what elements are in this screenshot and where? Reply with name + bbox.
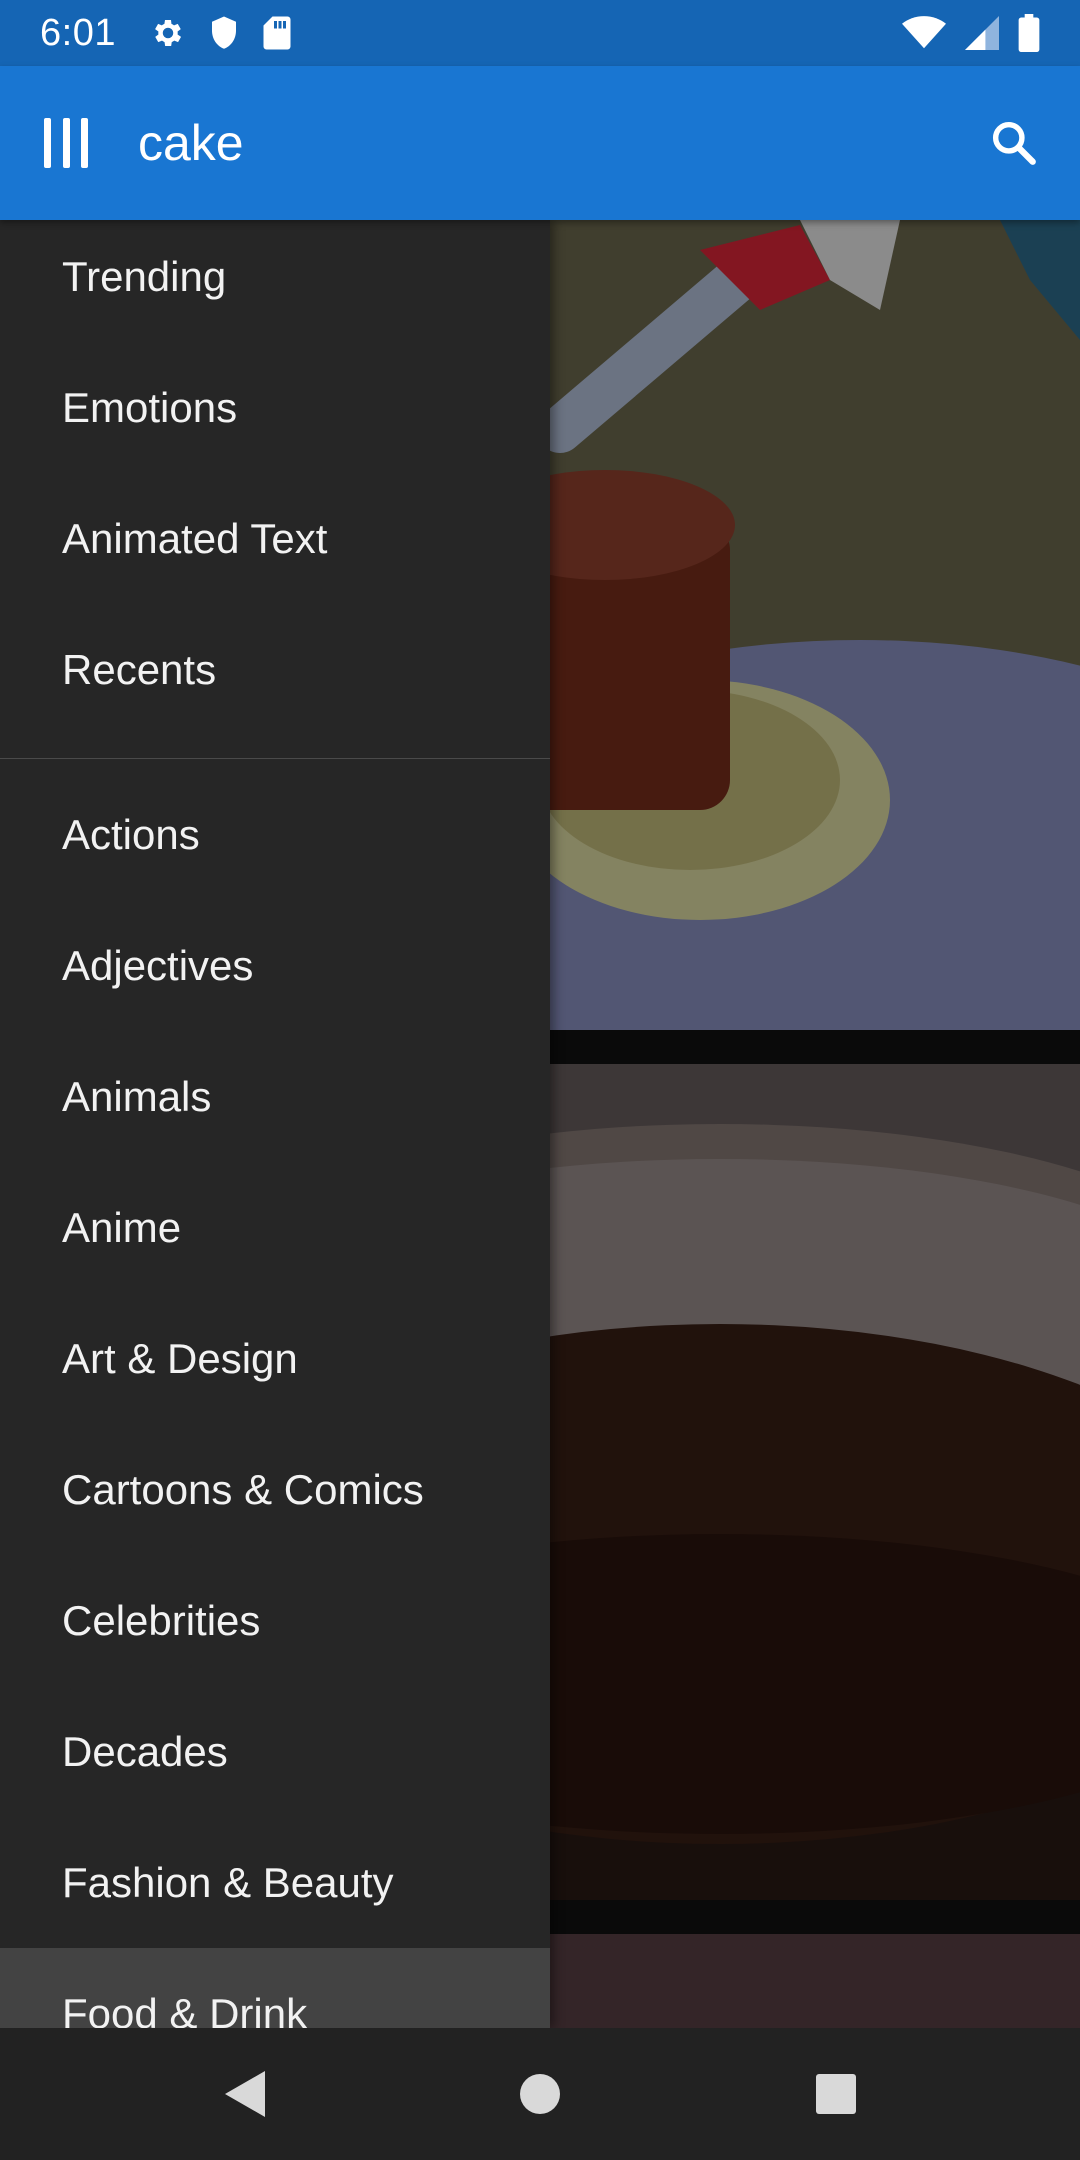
gear-icon (150, 15, 186, 51)
drawer-item-celebrities[interactable]: Celebrities (0, 1555, 550, 1686)
app-bar: cake (0, 66, 1080, 220)
drawer-item-label: Celebrities (62, 1596, 261, 1644)
drawer-item-label: Trending (62, 252, 227, 300)
drawer-item-label: Cartoons & Comics (62, 1465, 424, 1513)
drawer-item-food-drink[interactable]: Food & Drink (0, 1948, 550, 2028)
navigation-drawer: Trending Emotions Animated Text Recents … (0, 220, 550, 2028)
drawer-item-label: Fashion & Beauty (62, 1858, 394, 1906)
drawer-item-label: Animated Text (62, 514, 328, 562)
drawer-item-trending[interactable]: Trending (0, 220, 550, 342)
drawer-item-animals[interactable]: Animals (0, 1031, 550, 1162)
status-left-icons (150, 15, 292, 51)
drawer-item-decades[interactable]: Decades (0, 1686, 550, 1817)
search-icon[interactable] (984, 113, 1044, 173)
menu-icon[interactable] (44, 115, 88, 171)
home-circle-icon[interactable] (480, 2044, 600, 2144)
search-query[interactable]: cake (138, 114, 244, 172)
shield-icon (208, 15, 240, 51)
drawer-item-label: Art & Design (62, 1334, 298, 1382)
status-time: 6:01 (40, 11, 116, 54)
drawer-item-actions[interactable]: Actions (0, 769, 550, 900)
drawer-item-label: Food & Drink (62, 1989, 308, 2029)
drawer-item-anime[interactable]: Anime (0, 1162, 550, 1293)
drawer-item-fashion-beauty[interactable]: Fashion & Beauty (0, 1817, 550, 1948)
drawer-item-label: Adjectives (62, 941, 254, 989)
screen: 6:01 cake Trending Emotions Animated Tex… (0, 0, 1080, 2160)
drawer-item-label: Recents (62, 645, 217, 693)
drawer-item-art-design[interactable]: Art & Design (0, 1293, 550, 1424)
drawer-item-emotions[interactable]: Emotions (0, 342, 550, 473)
drawer-item-label: Emotions (62, 383, 238, 431)
battery-icon (1018, 14, 1040, 52)
back-triangle-icon[interactable] (184, 2044, 304, 2144)
wifi-icon (902, 16, 946, 50)
drawer-item-animated-text[interactable]: Animated Text (0, 473, 550, 604)
drawer-item-recents[interactable]: Recents (0, 604, 550, 735)
drawer-item-label: Anime (62, 1203, 182, 1251)
cell-signal-icon (964, 16, 1000, 50)
drawer-divider (0, 758, 550, 759)
status-bar: 6:01 (0, 0, 1080, 66)
drawer-item-label: Decades (62, 1727, 228, 1775)
drawer-item-adjectives[interactable]: Adjectives (0, 900, 550, 1031)
status-right-icons (902, 14, 1040, 52)
system-nav-bar (0, 2028, 1080, 2160)
recents-square-icon[interactable] (776, 2044, 896, 2144)
drawer-item-label: Actions (62, 810, 200, 858)
drawer-item-cartoons-comics[interactable]: Cartoons & Comics (0, 1424, 550, 1555)
drawer-item-label: Animals (62, 1072, 212, 1120)
sd-card-icon (262, 15, 292, 51)
